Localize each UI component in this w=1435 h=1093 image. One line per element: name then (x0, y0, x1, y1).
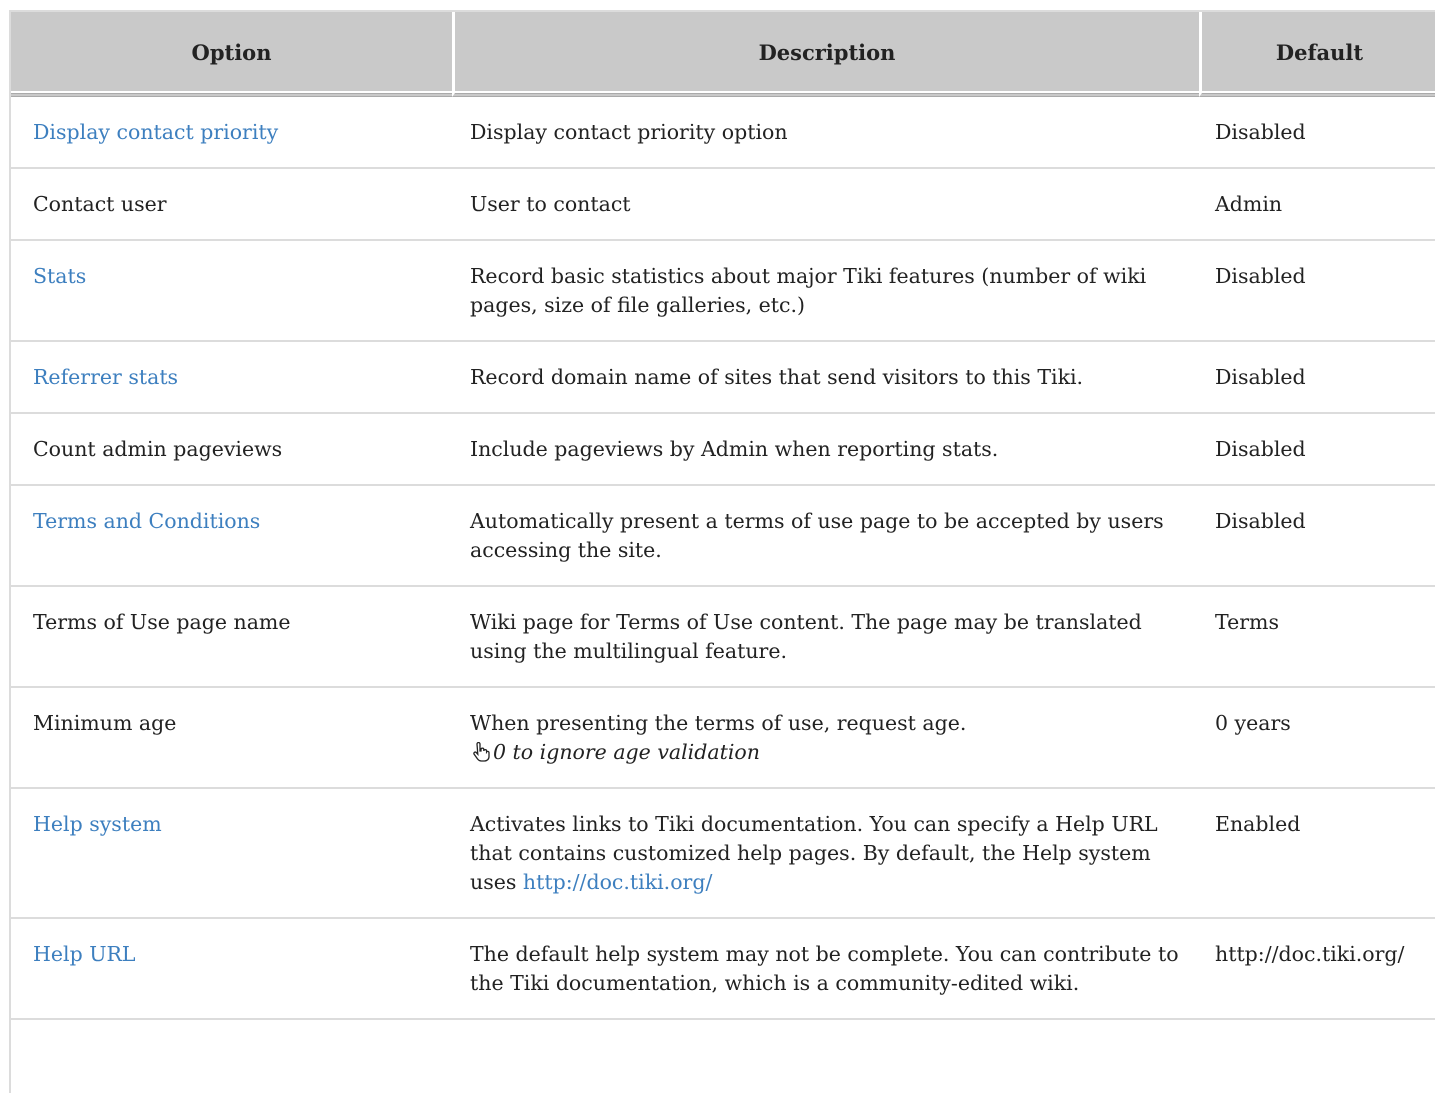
preferences-table: Option Description Default Display conta… (11, 12, 1435, 1020)
description-cell: The default help system may not be compl… (452, 919, 1199, 1020)
header-description: Description (452, 12, 1199, 97)
description-cell: Display contact priority option (452, 97, 1199, 169)
table-row: Stats Record basic statistics about majo… (11, 241, 1435, 342)
option-cell: Minimum age (11, 688, 452, 789)
description-cell: Record basic statistics about major Tiki… (452, 241, 1199, 342)
default-cell: Disabled (1199, 241, 1435, 342)
default-cell: Disabled (1199, 486, 1435, 587)
table-body: Display contact priority Display contact… (11, 97, 1435, 1020)
default-cell: Terms (1199, 587, 1435, 688)
option-cell: Help URL (11, 919, 452, 1020)
hint-text: 0 to ignore age validation (470, 738, 1183, 767)
default-cell: Admin (1199, 169, 1435, 241)
header-option: Option (11, 12, 452, 97)
option-link[interactable]: Terms and Conditions (33, 509, 260, 533)
table-row: Terms of Use page name Wiki page for Ter… (11, 587, 1435, 688)
option-cell: Count admin pageviews (11, 414, 452, 486)
table-row: Contact user User to contact Admin (11, 169, 1435, 241)
description-cell: Automatically present a terms of use pag… (452, 486, 1199, 587)
preferences-table-container: Option Description Default Display conta… (9, 10, 1435, 1093)
description-cell: Record domain name of sites that send vi… (452, 342, 1199, 414)
table-row: Referrer stats Record domain name of sit… (11, 342, 1435, 414)
default-cell: http://doc.tiki.org/ (1199, 919, 1435, 1020)
option-cell: Display contact priority (11, 97, 452, 169)
table-row: Help URL The default help system may not… (11, 919, 1435, 1020)
table-header: Option Description Default (11, 12, 1435, 97)
option-link[interactable]: Display contact priority (33, 120, 278, 144)
option-link[interactable]: Stats (33, 264, 86, 288)
table-row: Help system Activates links to Tiki docu… (11, 789, 1435, 919)
option-link[interactable]: Help URL (33, 942, 136, 966)
description-cell: User to contact (452, 169, 1199, 241)
option-link[interactable]: Help system (33, 812, 162, 836)
description-cell: Wiki page for Terms of Use content. The … (452, 587, 1199, 688)
table-row: Minimum age When presenting the terms of… (11, 688, 1435, 789)
default-cell: Enabled (1199, 789, 1435, 919)
default-cell: 0 years (1199, 688, 1435, 789)
description-cell: Include pageviews by Admin when reportin… (452, 414, 1199, 486)
header-row: Option Description Default (11, 12, 1435, 97)
default-cell: Disabled (1199, 414, 1435, 486)
description-text: When presenting the terms of use, reques… (470, 711, 967, 735)
option-cell: Referrer stats (11, 342, 452, 414)
table-row: Terms and Conditions Automatically prese… (11, 486, 1435, 587)
doc-link[interactable]: http://doc.tiki.org/ (523, 870, 712, 894)
hint-label: 0 to ignore age validation (493, 740, 760, 764)
default-cell: Disabled (1199, 97, 1435, 169)
option-cell: Terms of Use page name (11, 587, 452, 688)
pointing-hand-icon (473, 742, 490, 762)
table-row: Display contact priority Display contact… (11, 97, 1435, 169)
option-cell: Help system (11, 789, 452, 919)
table-row: Count admin pageviews Include pageviews … (11, 414, 1435, 486)
description-cell: When presenting the terms of use, reques… (452, 688, 1199, 789)
option-cell: Contact user (11, 169, 452, 241)
option-cell: Terms and Conditions (11, 486, 452, 587)
header-default: Default (1199, 12, 1435, 97)
option-link[interactable]: Referrer stats (33, 365, 178, 389)
description-cell: Activates links to Tiki documentation. Y… (452, 789, 1199, 919)
option-cell: Stats (11, 241, 452, 342)
default-cell: Disabled (1199, 342, 1435, 414)
